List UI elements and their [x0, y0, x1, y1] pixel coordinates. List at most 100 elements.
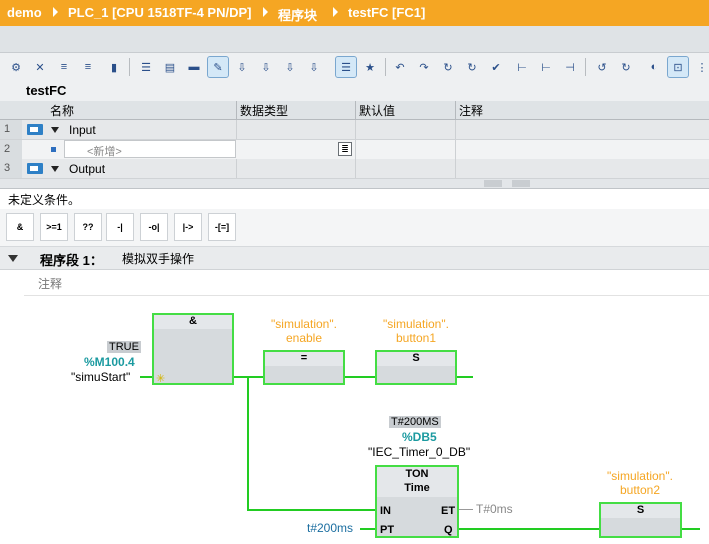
insert-network-icon[interactable]: ⚙ [6, 57, 26, 77]
cell-divider [355, 159, 356, 178]
favorites-icon[interactable]: ☰ [335, 56, 357, 78]
column-header-default[interactable]: 默认值 [359, 102, 395, 119]
check-icon[interactable]: ✔ [486, 57, 506, 77]
output-section-icon [27, 163, 43, 174]
redo-icon[interactable]: ↻ [616, 57, 636, 77]
coil2-tag-line2[interactable]: button1 [376, 331, 456, 345]
breadcrumb-item-plc[interactable]: PLC_1 [CPU 1518TF-4 PN/DP] [68, 5, 252, 20]
compare-icon[interactable]: ◐ [644, 57, 664, 77]
splitter-bar[interactable] [0, 179, 709, 189]
wire [455, 376, 473, 378]
splitter-down-button[interactable] [512, 180, 530, 187]
splitter-up-button[interactable] [484, 180, 502, 187]
breadcrumb-item-blocks[interactable]: 程序块 [278, 5, 317, 24]
network-header[interactable]: 程序段 1： 模拟双手操作 [0, 247, 709, 270]
coil2-tag-line1[interactable]: "simulation". [376, 317, 456, 331]
go-to-previous-error-icon[interactable]: ↶ [390, 57, 410, 77]
insert-row-icon[interactable]: ≡ [54, 57, 74, 77]
column-header-datatype[interactable]: 数据类型 [240, 102, 288, 119]
pin-in: IN [380, 505, 391, 517]
fav-no-contact-button[interactable]: -| [106, 213, 134, 241]
editor-tab-strip [0, 26, 709, 53]
undo-icon[interactable]: ↺ [592, 57, 612, 77]
row-number: 1 [0, 120, 22, 139]
go-to-next-error-icon[interactable]: ↷ [414, 57, 434, 77]
cell-divider [355, 140, 356, 159]
fav-or-button[interactable]: >=1 [40, 213, 68, 241]
row-number: 3 [0, 159, 22, 178]
breadcrumb-item-block[interactable]: testFC [FC1] [348, 5, 425, 20]
network-title: 程序段 1： [40, 253, 103, 268]
section-name: Input [69, 123, 96, 137]
datatype-dropdown-icon[interactable]: ≣ [338, 142, 352, 156]
reset-start-values-icon[interactable]: ↻ [438, 57, 458, 77]
timer-type: TON [405, 468, 429, 480]
monitoring-on-off-icon[interactable]: ⊡ [667, 56, 689, 78]
set-symbol-2: S [601, 504, 680, 518]
column-divider [355, 101, 356, 119]
column-header-name[interactable]: 名称 [50, 102, 74, 119]
collapse-arrow-icon[interactable] [51, 166, 59, 172]
coil1-tag-line1[interactable]: "simulation". [264, 317, 344, 331]
show-references-icon[interactable]: ⊢ [512, 57, 532, 77]
network-subtitle[interactable]: 模拟双手操作 [122, 250, 194, 267]
expand-icon[interactable]: ⊢ [536, 57, 556, 77]
fav-open-branch-button[interactable]: |-> [174, 213, 202, 241]
pin-q: Q [444, 524, 453, 536]
column-header-comment[interactable]: 注释 [459, 102, 483, 119]
tag-info-icon[interactable]: ⇩ [256, 57, 276, 77]
coil1-tag-line2[interactable]: enable [264, 331, 344, 345]
input-value: TRUE [107, 341, 141, 353]
interface-row-add[interactable]: 2 <新增> ≣ [0, 140, 709, 160]
wire [680, 528, 700, 530]
block-name-bar: testFC [0, 81, 709, 101]
show-operands-icon[interactable]: ⇩ [280, 57, 300, 77]
append-row-icon[interactable]: ≡ [78, 57, 98, 77]
fav-and-button[interactable]: & [6, 213, 34, 241]
cell-divider [455, 120, 456, 139]
breadcrumb-item-project[interactable]: demo [7, 5, 42, 20]
collapse-network-icon[interactable] [8, 255, 18, 262]
favorites-bar: & >=1 ?? -| -o| |-> -[=] [0, 209, 709, 247]
collapse-icon[interactable]: ⊣ [560, 57, 580, 77]
add-input-icon[interactable]: ✳ [156, 372, 165, 385]
and-box-title: & [154, 315, 232, 329]
ton-timer-box[interactable]: TON Time IN PT ET Q [375, 465, 459, 538]
assignment-box[interactable]: = [263, 350, 345, 385]
cell-divider [455, 159, 456, 178]
wire [343, 376, 377, 378]
coil3-tag-line1[interactable]: "simulation". [600, 469, 680, 483]
network-comments-icon[interactable]: ✎ [207, 56, 229, 78]
collapse-arrow-icon[interactable] [51, 127, 59, 133]
update-calls-icon[interactable]: ↻ [462, 57, 482, 77]
add-entry-field[interactable]: <新增> [64, 140, 236, 158]
close-all-networks-icon[interactable]: ▤ [160, 57, 180, 77]
show-comments-icon[interactable]: ⇩ [304, 57, 324, 77]
input-section-icon [27, 124, 43, 135]
set-box-2[interactable]: S [599, 502, 682, 538]
network-comment[interactable]: 注释 [24, 270, 709, 296]
delete-network-icon[interactable]: ✕ [30, 57, 50, 77]
et-output-line [457, 509, 473, 510]
pt-value[interactable]: t#200ms [307, 521, 353, 535]
open-all-networks-icon[interactable]: ☰ [136, 57, 156, 77]
toolbar-divider [129, 58, 130, 76]
highlight-icon[interactable]: ★ [360, 57, 380, 77]
set-box[interactable]: S [375, 350, 457, 385]
and-box[interactable]: & ✳ [152, 313, 234, 385]
set-symbol: S [377, 352, 455, 366]
fav-coil-button[interactable]: -[=] [208, 213, 236, 241]
timer-instance[interactable]: "IEC_Timer_0_DB" [368, 445, 470, 459]
et-value[interactable]: T#0ms [476, 502, 513, 516]
fav-empty-box-button[interactable]: ?? [74, 213, 102, 241]
fav-nc-contact-button[interactable]: -o| [140, 213, 168, 241]
coil3-tag-line2[interactable]: button2 [600, 483, 680, 497]
interface-row-output[interactable]: 3 Output [0, 159, 709, 179]
absolute-operands-icon[interactable]: ⇩ [232, 57, 252, 77]
monitor-icon[interactable]: ▮ [104, 57, 124, 77]
network-overview-icon[interactable]: ▬ [184, 57, 204, 77]
more-icon[interactable]: ⋮ [692, 57, 709, 77]
interface-row-input[interactable]: 1 Input [0, 120, 709, 140]
input-tag[interactable]: "simuStart" [71, 370, 130, 384]
pin-pt: PT [380, 524, 395, 536]
